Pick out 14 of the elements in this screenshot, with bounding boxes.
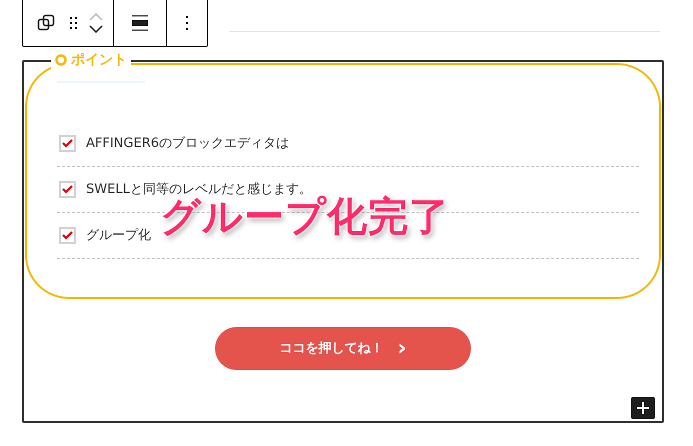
- checklist-text: AFFINGER6のブロックエディタは: [86, 134, 289, 153]
- check-icon: [62, 231, 73, 240]
- check-icon: [62, 139, 73, 148]
- check-icon: [62, 185, 73, 194]
- checklist-text: SWELLと同等のレベルだと感じます。: [86, 180, 312, 197]
- cta-button[interactable]: ココを押してね！ ›: [215, 327, 471, 370]
- checklist-text: グループ化: [86, 226, 151, 245]
- checkbox[interactable]: [59, 181, 76, 198]
- move-down-icon[interactable]: [89, 24, 103, 32]
- checkbox[interactable]: [59, 135, 76, 152]
- point-icon: [55, 54, 67, 66]
- add-block-icon[interactable]: [631, 397, 655, 419]
- checkbox[interactable]: [59, 227, 76, 244]
- overlay-caption: グループ化完了: [160, 197, 450, 237]
